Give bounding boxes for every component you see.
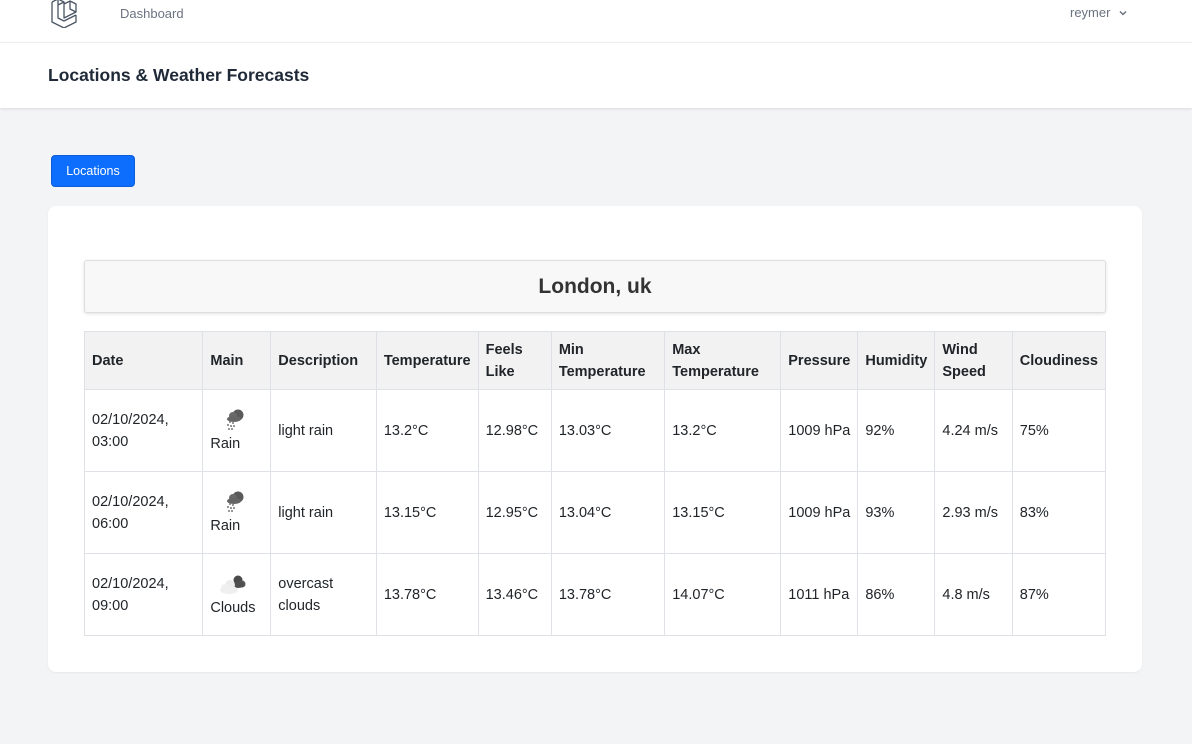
- cell-pressure: 1011 hPa: [780, 553, 859, 636]
- cell-description: light rain: [270, 389, 377, 472]
- table-row: 02/10/2024, 09:00 Clouds overcast clouds…: [83, 553, 1107, 636]
- cell-date: 02/10/2024, 09:00: [83, 553, 204, 636]
- column-header-max-temperature: Max Temperature: [664, 331, 782, 390]
- cell-humidity: 92%: [857, 389, 936, 472]
- cell-wind-speed: 2.93 m/s: [934, 471, 1013, 554]
- cell-min-temperature: 13.78°C: [550, 553, 666, 636]
- cell-description: light rain: [270, 471, 377, 554]
- cell-cloudiness: 83%: [1011, 471, 1107, 554]
- column-header-wind-speed: Wind Speed: [934, 331, 1013, 390]
- forecast-table: Date Main Description Temperature Feels …: [83, 331, 1107, 636]
- cell-main: Rain: [202, 471, 272, 554]
- cell-humidity: 93%: [857, 471, 936, 554]
- column-header-min-temperature: Min Temperature: [550, 331, 666, 390]
- cell-main-label: Rain: [210, 435, 241, 452]
- user-menu-dropdown[interactable]: reymer: [1070, 5, 1128, 20]
- cell-max-temperature: 13.15°C: [664, 471, 782, 554]
- locations-button[interactable]: Locations: [51, 155, 135, 187]
- column-header-temperature: Temperature: [375, 331, 479, 390]
- user-name: reymer: [1070, 5, 1111, 20]
- table-row: 02/10/2024, 06:00 Rain light rain 13.15°…: [83, 471, 1107, 554]
- column-header-cloudiness: Cloudiness: [1011, 331, 1107, 390]
- cell-date: 02/10/2024, 06:00: [83, 471, 204, 554]
- nav-link-dashboard[interactable]: Dashboard: [120, 6, 184, 21]
- cell-pressure: 1009 hPa: [780, 389, 859, 472]
- location-title: London, uk: [84, 260, 1106, 313]
- forecast-card: London, uk Date Main Description Tempera…: [48, 206, 1142, 672]
- cell-min-temperature: 13.04°C: [550, 471, 666, 554]
- cell-description: overcast clouds: [270, 553, 377, 636]
- table-header-row: Date Main Description Temperature Feels …: [83, 331, 1107, 390]
- rain-icon: [227, 409, 244, 430]
- cell-temperature: 13.15°C: [375, 471, 479, 554]
- laravel-logo-icon[interactable]: [50, 0, 82, 28]
- top-navbar: Dashboard reymer: [0, 0, 1192, 43]
- cell-min-temperature: 13.03°C: [550, 389, 666, 472]
- cell-max-temperature: 14.07°C: [664, 553, 782, 636]
- cell-feels-like: 12.95°C: [477, 471, 552, 554]
- rain-icon: [227, 491, 244, 512]
- column-header-main: Main: [202, 331, 272, 390]
- cell-main-label: Clouds: [210, 599, 256, 616]
- cell-cloudiness: 75%: [1011, 389, 1107, 472]
- cell-date: 02/10/2024, 03:00: [83, 389, 204, 472]
- cell-main: Clouds: [202, 553, 272, 636]
- cell-max-temperature: 13.2°C: [664, 389, 782, 472]
- cell-main-label: Rain: [210, 517, 241, 534]
- table-row: 02/10/2024, 03:00 Rain light rain 13.2°C: [83, 389, 1107, 472]
- cell-pressure: 1009 hPa: [780, 471, 859, 554]
- cell-cloudiness: 87%: [1011, 553, 1107, 636]
- page-header: Locations & Weather Forecasts: [0, 43, 1192, 108]
- cell-wind-speed: 4.24 m/s: [934, 389, 1013, 472]
- chevron-down-icon: [1119, 10, 1127, 16]
- cell-humidity: 86%: [857, 553, 936, 636]
- column-header-description: Description: [270, 331, 377, 390]
- cell-feels-like: 12.98°C: [477, 389, 552, 472]
- cell-temperature: 13.2°C: [375, 389, 479, 472]
- column-header-feels-like: Feels Like: [477, 331, 552, 390]
- cell-wind-speed: 4.8 m/s: [934, 553, 1013, 636]
- cell-main: Rain: [202, 389, 272, 472]
- page-title: Locations & Weather Forecasts: [48, 65, 310, 85]
- column-header-date: Date: [83, 331, 204, 390]
- overcast-clouds-icon: [220, 575, 246, 594]
- column-header-pressure: Pressure: [780, 331, 859, 390]
- column-header-humidity: Humidity: [857, 331, 936, 390]
- cell-feels-like: 13.46°C: [477, 553, 552, 636]
- cell-temperature: 13.78°C: [375, 553, 479, 636]
